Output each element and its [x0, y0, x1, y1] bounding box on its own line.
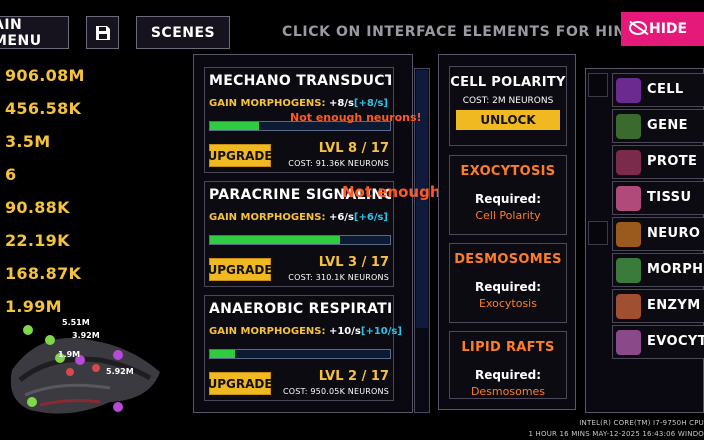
floppy-disk-icon — [95, 25, 110, 40]
system-cpu-info: INTEL(R) CORE(TM) I7-9750H CPU — [579, 419, 704, 427]
hide-ui-button[interactable]: HIDE — [621, 12, 704, 46]
skill-title: DESMOSOMES — [454, 252, 562, 267]
scenes-button[interactable]: SCENES — [136, 16, 230, 49]
category-neuron[interactable]: NEURO — [612, 217, 704, 251]
category-tab-stub[interactable] — [588, 221, 608, 245]
skill-cost: COST: 2M NEURONS — [462, 96, 554, 106]
neuron-icon — [616, 222, 641, 247]
upgrade-progress-bar — [209, 349, 391, 359]
scenes-label: SCENES — [150, 24, 216, 41]
gain-label: GAIN MORPHOGENS: — [209, 98, 326, 109]
resource-counter: 168.87K — [5, 264, 82, 283]
progress-fill — [210, 122, 259, 130]
required-skill: Cell Polarity — [475, 209, 541, 222]
main-menu-button[interactable]: AIN MENU — [0, 16, 69, 49]
skill-card-locked[interactable]: EXOCYTOSIS Required: Cell Polarity — [449, 155, 567, 235]
gain-delta: [+6/s] — [353, 212, 389, 223]
gain-rate: +10/s — [328, 326, 361, 337]
upgrade-level: LVL 3 / 17 — [318, 255, 389, 270]
not-enough-neurons-message: Not enough neurons! — [290, 111, 422, 124]
hide-label: HIDE — [649, 21, 688, 37]
progress-fill — [210, 350, 236, 358]
upgrades-panel: MECHANO TRANSDUCTION GAIN MORPHOGENS: +8… — [193, 54, 413, 413]
progress-fill — [210, 236, 340, 244]
gain-delta: [+8/s] — [353, 98, 389, 109]
skill-title: LIPID RAFTS — [461, 340, 555, 355]
required-skill: Exocytosis — [479, 297, 537, 310]
required-skill: Desmosomes — [470, 385, 546, 398]
resource-counter: 6 — [5, 165, 17, 184]
resource-counter: 906.08M — [5, 66, 85, 85]
category-tissue[interactable]: TISSU — [612, 181, 704, 215]
category-label: EVOCYT — [647, 334, 704, 349]
evocyte-icon — [616, 330, 641, 355]
gain-label: GAIN MORPHOGENS: — [209, 326, 326, 337]
save-button[interactable] — [86, 16, 119, 49]
category-evocyte[interactable]: EVOCYT — [612, 325, 704, 359]
category-label: PROTE — [647, 154, 698, 169]
upgrade-gain: GAIN MORPHOGENS: +10/s[+10/s] — [209, 326, 402, 337]
skill-title: CELL POLARITY — [450, 75, 566, 90]
upgrade-cost: COST: 950.05K NEURONS — [282, 387, 389, 396]
creature-organism[interactable] — [0, 310, 170, 428]
upgrade-progress-bar — [209, 235, 391, 245]
creature-label: 3.92M — [72, 331, 100, 340]
required-label: Required: — [474, 368, 542, 382]
category-label: NEURO — [647, 226, 701, 241]
category-panel: CELL GENE PROTE TISSU NEURO MORPHOG ENZY… — [585, 68, 704, 413]
unlock-button[interactable]: UNLOCK — [456, 110, 560, 130]
required-label: Required: — [474, 192, 542, 206]
tissue-icon — [616, 186, 641, 211]
category-protein[interactable]: PROTE — [612, 145, 704, 179]
upgrade-button[interactable]: UPGRADE — [207, 144, 273, 167]
resource-counter: 3.5M — [5, 132, 51, 151]
category-cell[interactable]: CELL — [612, 73, 704, 107]
resource-counter: 22.19K — [5, 231, 70, 250]
gain-delta: [+10/s] — [360, 326, 402, 337]
upgrade-cost: COST: 91.36K NEURONS — [288, 159, 389, 168]
category-label: CELL — [647, 82, 684, 97]
skill-card-locked[interactable]: DESMOSOMES Required: Exocytosis — [449, 243, 567, 323]
morphogen-icon — [616, 258, 641, 283]
enzyme-icon — [616, 294, 641, 319]
category-label: GENE — [647, 118, 688, 133]
main-menu-label: AIN MENU — [0, 16, 42, 49]
upgrade-button[interactable]: UPGRADE — [207, 372, 273, 395]
gain-label: GAIN MORPHOGENS: — [209, 212, 326, 223]
upgrade-gain: GAIN MORPHOGENS: +8/s[+8/s] — [209, 98, 388, 109]
upgrade-gain: GAIN MORPHOGENS: +6/s[+6/s] — [209, 212, 388, 223]
upgrade-cost: COST: 310.1K NEURONS — [288, 273, 389, 282]
upgrade-card: ANAEROBIC RESPIRATION GAIN MORPHOGENS: +… — [204, 295, 402, 401]
gain-rate: +8/s — [328, 98, 354, 109]
upgrade-button[interactable]: UPGRADE — [207, 258, 273, 281]
skill-title: EXOCYTOSIS — [460, 164, 556, 179]
dna-icon — [616, 114, 641, 139]
gain-rate: +6/s — [328, 212, 354, 223]
resource-counter: 456.58K — [5, 99, 82, 118]
category-label: TISSU — [647, 190, 692, 205]
protein-icon — [616, 150, 641, 175]
hint-text: CLICK ON INTERFACE ELEMENTS FOR HINTS — [282, 24, 647, 40]
category-tab-stub[interactable] — [588, 73, 608, 97]
upgrade-name: MECHANO TRANSDUCTION — [209, 73, 391, 89]
cell-icon — [616, 78, 641, 103]
eye-slash-icon — [629, 21, 647, 35]
category-enzyme[interactable]: ENZYM — [612, 289, 704, 323]
category-label: ENZYM — [647, 298, 701, 313]
upgrade-name: ANAEROBIC RESPIRATION — [209, 301, 391, 317]
creature-label: 1.9M — [58, 350, 81, 359]
category-gene[interactable]: GENE — [612, 109, 704, 143]
category-morphogen[interactable]: MORPHOG — [612, 253, 704, 287]
category-label: MORPHOG — [647, 262, 704, 277]
system-status-info: 1 HOUR 16 MINS MAY-12-2025 16:43:06 WIND… — [528, 430, 704, 438]
creature-label: 5.51M — [62, 318, 90, 327]
upgrade-level: LVL 8 / 17 — [318, 141, 389, 156]
cell-skills-panel: CELL POLARITY COST: 2M NEURONS UNLOCK EX… — [438, 54, 576, 410]
creature-label: 5.92M — [106, 367, 134, 376]
resource-counter: 90.88K — [5, 198, 70, 217]
required-label: Required: — [474, 280, 542, 294]
skill-card-locked[interactable]: LIPID RAFTS Required: Desmosomes — [449, 331, 567, 399]
cell-polarity-card: CELL POLARITY COST: 2M NEURONS UNLOCK — [449, 66, 567, 146]
upgrade-level: LVL 2 / 17 — [318, 369, 389, 384]
